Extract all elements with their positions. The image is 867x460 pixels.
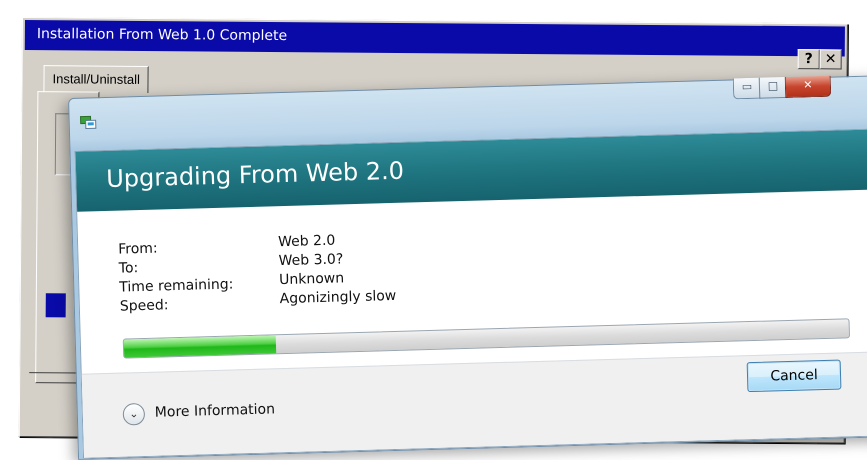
speed-label: Speed:	[119, 297, 169, 315]
tab-install-uninstall[interactable]: Install/Uninstall	[43, 65, 150, 93]
time-remaining-value: Unknown	[278, 270, 345, 289]
speed-value: Agonizingly slow	[279, 287, 397, 308]
to-value: Web 3.0?	[278, 251, 344, 270]
cancel-button[interactable]: Cancel	[746, 359, 842, 393]
from-value: Web 2.0	[277, 232, 336, 251]
to-label: To:	[118, 260, 139, 277]
dialog-heading: Upgrading From Web 2.0	[105, 156, 405, 193]
time-remaining-label: Time remaining:	[119, 276, 234, 296]
upgrade-dialog-window: ▭ □ ✕ Upgrading From Web 2.0 From: Web 2…	[68, 74, 867, 460]
dialog-content: Upgrading From Web 2.0 From: Web 2.0 To:…	[74, 127, 867, 459]
dialog-header-banner: Upgrading From Web 2.0	[75, 128, 867, 212]
more-information-link[interactable]: More Information	[155, 401, 276, 420]
minimize-button[interactable]: ▭	[732, 77, 762, 100]
help-button[interactable]: ?	[797, 49, 820, 70]
close-button[interactable]: ✕	[784, 75, 832, 98]
setup-app-icon	[80, 115, 97, 130]
classic-window-title: Installation From Web 1.0 Complete	[36, 26, 288, 45]
maximize-button[interactable]: □	[758, 76, 788, 99]
classic-progress-fill	[45, 293, 66, 318]
from-label: From:	[118, 240, 158, 258]
classic-title-bar[interactable]: Installation From Web 1.0 Complete	[24, 20, 845, 57]
chevron-down-icon[interactable]: ⌄	[122, 402, 146, 426]
classic-close-button[interactable]: ✕	[819, 49, 842, 70]
progress-bar	[122, 318, 851, 359]
progress-bar-fill	[123, 335, 277, 358]
